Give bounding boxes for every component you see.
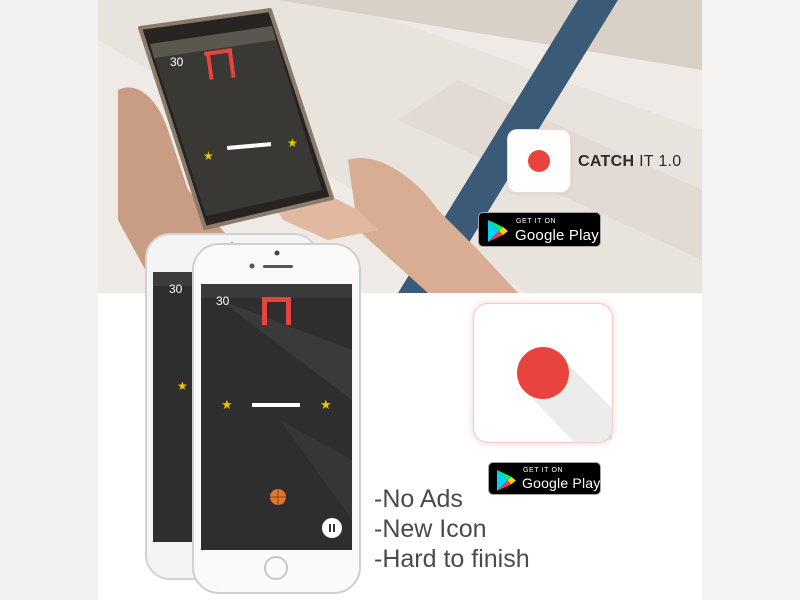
star-icon: ★ [203, 149, 214, 163]
star-icon: ★ [287, 136, 298, 150]
badge-get-it-on: GET IT ON [523, 467, 564, 474]
star-icon: ★ [320, 397, 332, 412]
badge-get-it-on: GET IT ON [516, 218, 557, 225]
hand-phone: ★ ★ [138, 8, 334, 230]
google-play-badge[interactable]: GET IT ON Google Play [478, 212, 601, 247]
star-icon: ★ [177, 379, 188, 393]
google-play-icon [488, 220, 508, 242]
badge-store-name: Google Play [522, 475, 601, 491]
score-front-phone: 30 [216, 294, 230, 308]
feature-list: -No Ads -New Icon -Hard to finish [374, 484, 530, 574]
app-name: CATCH [578, 153, 635, 170]
app-version: IT 1.0 [639, 153, 682, 170]
record-dot-icon [528, 150, 550, 172]
score-back-phone: 30 [169, 282, 183, 296]
feature-item: -New Icon [374, 515, 487, 543]
app-icon-small[interactable] [508, 130, 570, 192]
feature-item: -Hard to finish [374, 545, 530, 573]
star-icon: ★ [221, 397, 233, 412]
pause-button[interactable] [322, 518, 342, 538]
paddle [252, 403, 300, 407]
feature-item: -No Ads [374, 485, 463, 513]
app-icon-large[interactable] [474, 304, 612, 442]
pause-icon [329, 524, 331, 532]
record-dot-icon [517, 347, 612, 442]
score-hand-phone: 30 [170, 55, 184, 69]
badge-store-name: Google Play [515, 227, 599, 244]
app-title: CATCH IT 1.0 [578, 153, 681, 171]
